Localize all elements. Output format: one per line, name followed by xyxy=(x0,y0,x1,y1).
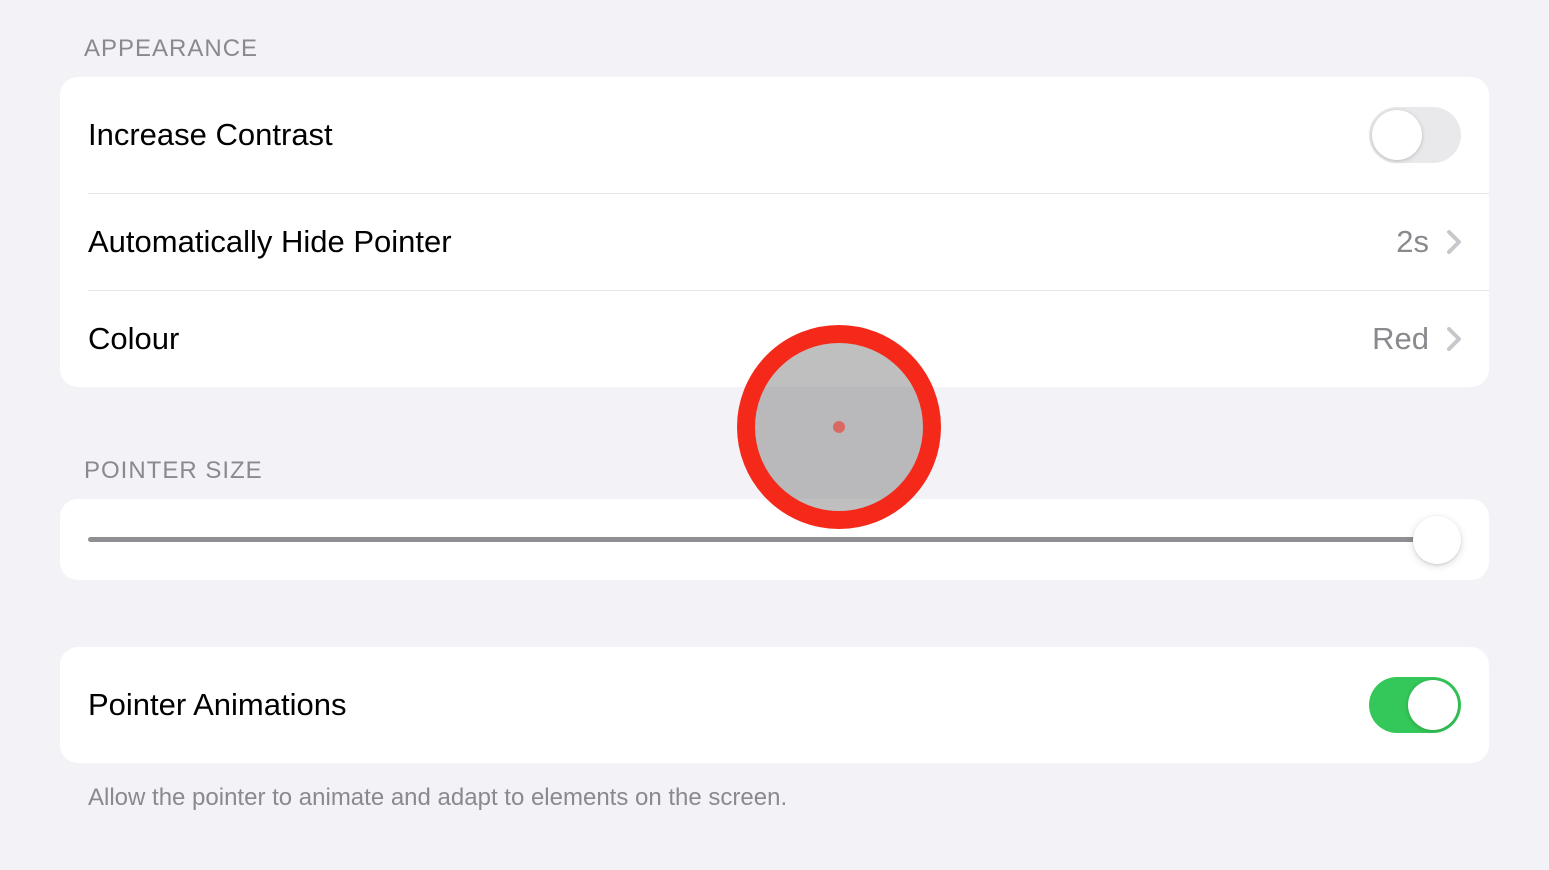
animations-group: Pointer Animations xyxy=(60,647,1489,763)
pointer-size-group xyxy=(60,499,1489,580)
hide-pointer-value: 2s xyxy=(1396,224,1429,260)
section-header-pointer-size: POINTER SIZE xyxy=(60,457,1489,485)
animations-footer-text: Allow the pointer to animate and adapt t… xyxy=(60,763,1489,815)
row-colour[interactable]: Colour Red xyxy=(60,291,1489,387)
pointer-size-slider[interactable] xyxy=(88,537,1461,542)
colour-value: Red xyxy=(1372,321,1429,357)
colour-label: Colour xyxy=(88,321,179,357)
hide-pointer-label: Automatically Hide Pointer xyxy=(88,224,452,260)
row-hide-pointer[interactable]: Automatically Hide Pointer 2s xyxy=(88,194,1489,291)
section-header-appearance: APPEARANCE xyxy=(60,35,1489,63)
appearance-group: Increase Contrast Automatically Hide Poi… xyxy=(60,77,1489,387)
pointer-animations-label: Pointer Animations xyxy=(88,687,346,723)
slider-thumb[interactable] xyxy=(1413,516,1461,564)
chevron-right-icon xyxy=(1447,230,1461,254)
row-increase-contrast: Increase Contrast xyxy=(88,77,1489,194)
increase-contrast-toggle[interactable] xyxy=(1369,107,1461,163)
pointer-animations-toggle[interactable] xyxy=(1369,677,1461,733)
chevron-right-icon xyxy=(1447,327,1461,351)
row-pointer-animations: Pointer Animations xyxy=(60,647,1489,763)
increase-contrast-label: Increase Contrast xyxy=(88,117,333,153)
